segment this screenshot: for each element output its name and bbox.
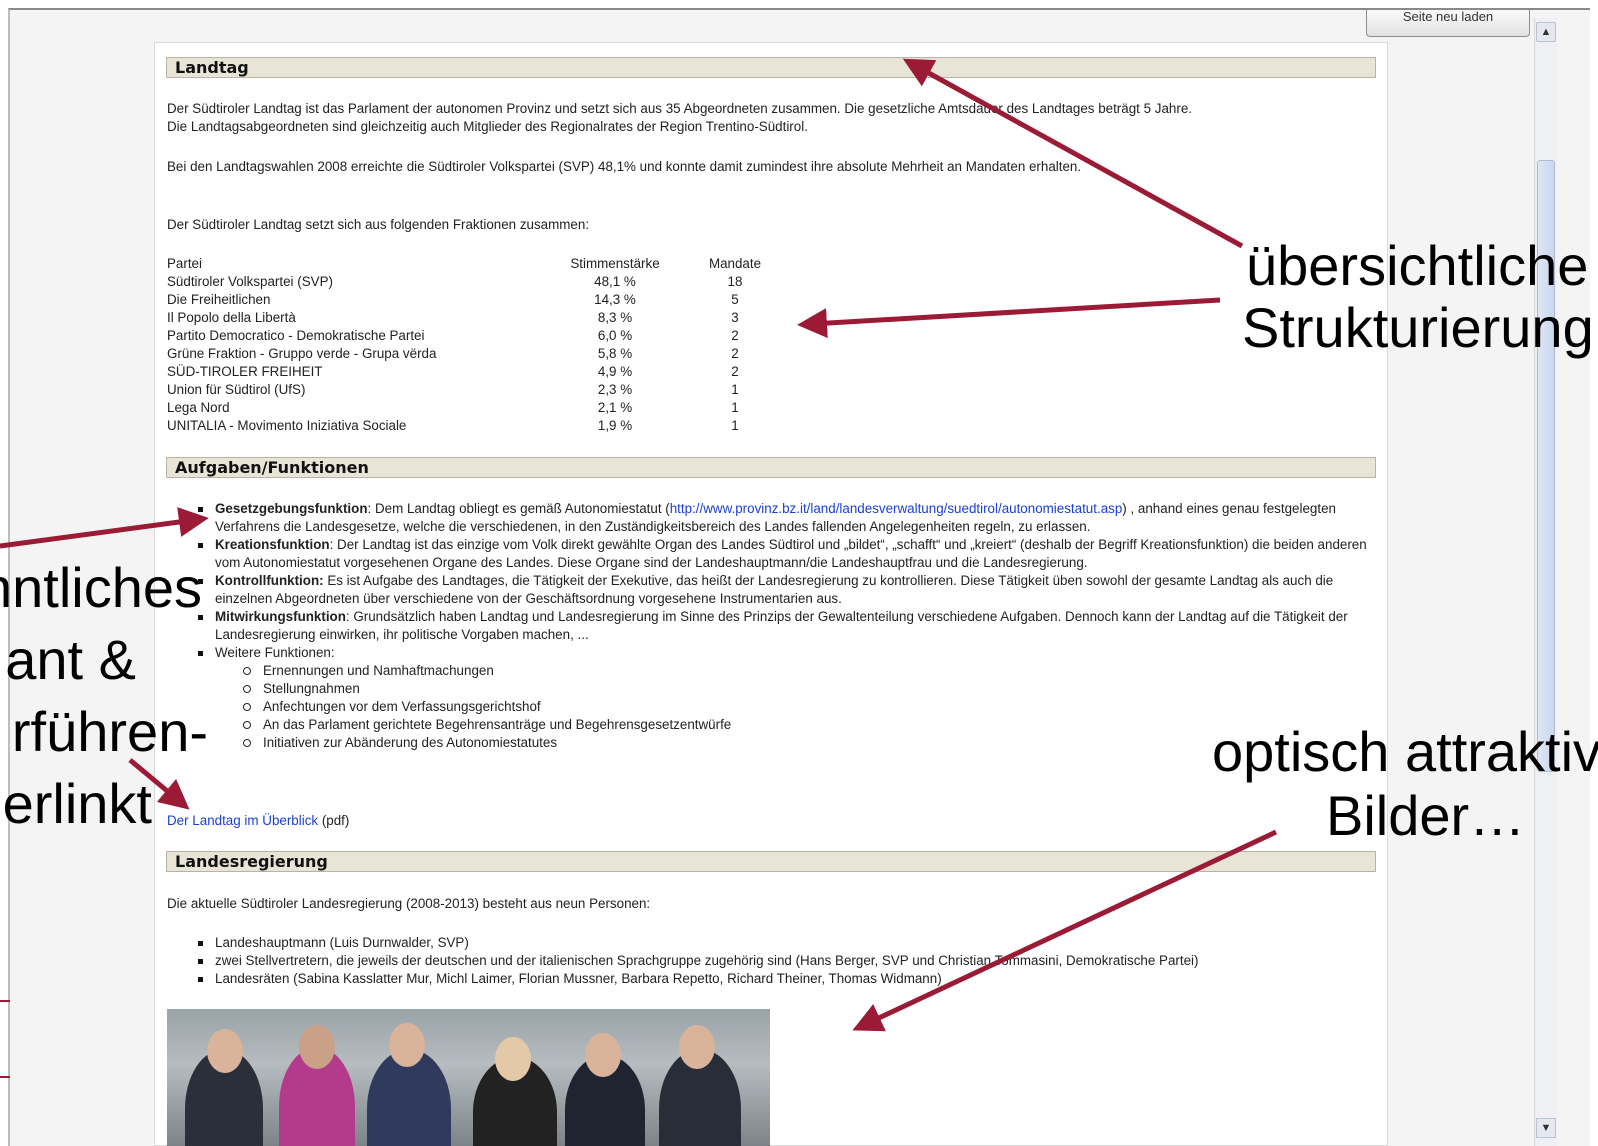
- list-item: zwei Stellvertretern, die jeweils der de…: [167, 952, 1387, 970]
- function-term: Kreationsfunktion: [215, 537, 330, 552]
- header-stimmenstaerke: Stimmenstärke: [570, 256, 660, 271]
- slide-decoration-line: [0, 1076, 10, 1078]
- party-share: 48,1 %: [594, 274, 636, 289]
- annotation-right: übersichtliche Strukturierung optisch at…: [1180, 220, 1598, 880]
- party-name: Partito Democratico - Demokratische Part…: [167, 328, 425, 343]
- function-text: Es ist Aufgabe des Landtages, die Tätigk…: [215, 573, 1334, 606]
- regierung-intro: Die aktuelle Südtiroler Landesregierung …: [167, 896, 651, 911]
- landtag-intro-line2: Die Landtagsabgeordneten sind gleichzeit…: [167, 119, 808, 134]
- party-name: SÜD-TIROLER FREIHEIT: [167, 364, 323, 379]
- regierung-list: Landeshauptmann (Luis Durnwalder, SVP) z…: [167, 934, 1387, 988]
- weitere-label: Weitere Funktionen:: [215, 645, 335, 660]
- annotation-optisch-attraktiv: optisch attraktive: [1212, 720, 1598, 783]
- party-seats: 3: [731, 310, 739, 325]
- factions-intro: Der Südtiroler Landtag setzt sich aus fo…: [167, 217, 590, 232]
- party-name: Südtiroler Volkspartei (SVP): [167, 274, 333, 289]
- party-seats: 2: [731, 346, 739, 361]
- annotation-strukturierung: Strukturierung: [1242, 296, 1594, 359]
- annotation-left: nntliches ant & rführen- erlinkt: [0, 540, 210, 840]
- slide-decoration-line: [0, 1000, 10, 1002]
- reload-button[interactable]: Seite neu laden: [1366, 10, 1530, 37]
- autonomiestatut-link[interactable]: http://www.provinz.bz.it/land/landesverw…: [670, 501, 1123, 516]
- annotation-left-line3: rführen-: [11, 700, 208, 763]
- party-seats: 2: [731, 328, 739, 343]
- party-share: 4,9 %: [597, 364, 633, 379]
- landtag-intro-line1: Der Südtiroler Landtag ist das Parlament…: [167, 101, 1192, 116]
- government-group-photo: [167, 1009, 770, 1146]
- party-share: 2,1 %: [597, 400, 633, 415]
- function-term: Mitwirkungsfunktion: [215, 609, 346, 624]
- party-name: Lega Nord: [167, 400, 230, 415]
- annotation-left-line2: ant &: [5, 628, 136, 691]
- list-item: Landesräten (Sabina Kasslatter Mur, Mich…: [167, 970, 1387, 988]
- scroll-up-arrow-icon[interactable]: ▲: [1536, 22, 1556, 42]
- landtag-election-text: Bei den Landtagswahlen 2008 erreichte di…: [167, 159, 1082, 174]
- annotation-left-line1: nntliches: [0, 556, 202, 619]
- party-seats: 5: [731, 292, 739, 307]
- party-share: 2,3 %: [597, 382, 633, 397]
- party-share: 5,8 %: [597, 346, 633, 361]
- header-partei: Partei: [167, 256, 202, 271]
- party-seats: 2: [731, 364, 739, 379]
- party-seats: 18: [727, 274, 743, 289]
- section-heading-landtag: Landtag: [166, 57, 1376, 78]
- party-seats: 1: [731, 418, 739, 433]
- party-name: Il Popolo della Libertà: [167, 310, 296, 325]
- party-share: 14,3 %: [594, 292, 636, 307]
- function-text: : Dem Landtag obliegt es gemäß Autonomie…: [367, 501, 670, 516]
- party-name: Die Freiheitlichen: [167, 292, 271, 307]
- annotation-uebersichtlich: übersichtliche: [1246, 234, 1589, 297]
- party-name: UNITALIA - Movimento Iniziativa Sociale: [167, 418, 407, 433]
- list-item: Landeshauptmann (Luis Durnwalder, SVP): [167, 934, 1387, 952]
- annotation-bilder: Bilder…: [1326, 784, 1526, 847]
- party-share: 8,3 %: [597, 310, 633, 325]
- party-name: Union für Südtirol (UfS): [167, 382, 306, 397]
- annotation-left-line4: erlinkt: [2, 772, 152, 835]
- pdf-suffix: (pdf): [318, 813, 350, 828]
- party-share: 1,9 %: [597, 418, 633, 433]
- scroll-down-arrow-icon[interactable]: ▼: [1536, 1118, 1556, 1138]
- party-share: 6,0 %: [597, 328, 633, 343]
- function-text: : Grundsätzlich haben Landtag und Landes…: [215, 609, 1348, 642]
- function-term: Gesetzgebungsfunktion: [215, 501, 368, 516]
- function-term: Kontrollfunktion:: [215, 573, 324, 588]
- party-name: Grüne Fraktion - Gruppo verde - Grupa vë…: [167, 346, 437, 361]
- header-mandate: Mandate: [708, 256, 762, 271]
- party-seats: 1: [731, 400, 739, 415]
- party-seats: 1: [731, 382, 739, 397]
